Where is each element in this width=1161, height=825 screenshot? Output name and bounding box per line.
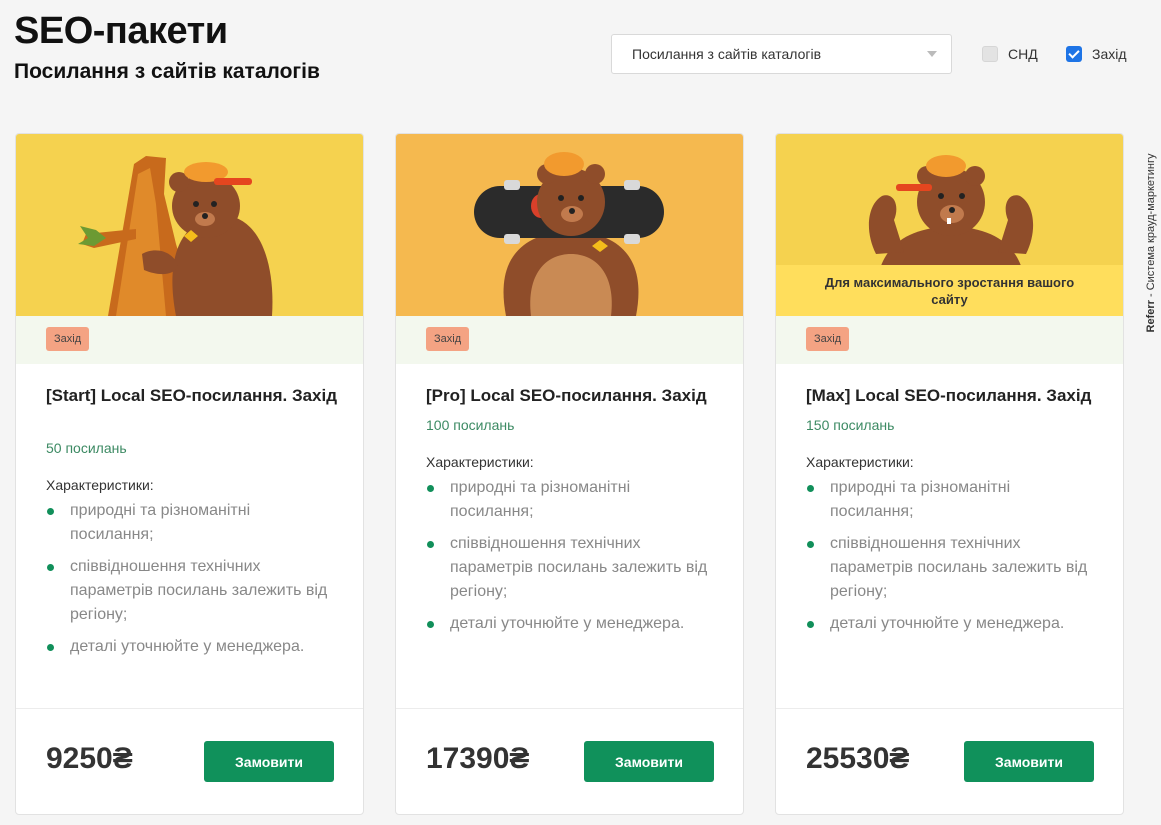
price: 9250₴ xyxy=(46,742,133,775)
feature-item: співвідношення технічних параметрів поси… xyxy=(806,532,1096,604)
order-button[interactable]: Замовити xyxy=(204,741,334,782)
package-card-start: Захід [Start] Local SEO-посилання. Захід… xyxy=(15,133,364,815)
characteristics-heading: Характеристики: xyxy=(46,477,154,493)
checkbox-unchecked-icon[interactable] xyxy=(982,46,998,62)
feature-item: природні та різноманітні посилання; xyxy=(426,476,716,524)
side-brand-text: - Система крауд-маркетингу xyxy=(1145,153,1157,298)
region-tag: Захід xyxy=(46,327,90,351)
bear-climbing-tree-illustration xyxy=(16,134,363,316)
category-select[interactable]: Посилання з сайтів каталогів xyxy=(611,34,952,74)
chevron-down-icon xyxy=(927,51,937,57)
features-list: природні та різноманітні посилання; спів… xyxy=(806,476,1096,644)
region-checkbox-cis-label: СНД xyxy=(1008,46,1038,62)
package-card-max: Для максимального зростання вашого сайту… xyxy=(775,133,1124,815)
characteristics-heading: Характеристики: xyxy=(426,454,534,470)
checkbox-checked-icon[interactable] xyxy=(1066,46,1082,62)
feature-item: співвідношення технічних параметрів поси… xyxy=(426,532,716,604)
links-count: 100 посилань xyxy=(426,417,515,433)
side-brand-label: Referr - Система крауд-маркетингу xyxy=(1143,145,1159,345)
feature-item: співвідношення технічних параметрів поси… xyxy=(46,555,336,627)
order-button[interactable]: Замовити xyxy=(584,741,714,782)
features-list: природні та різноманітні посилання; спів… xyxy=(426,476,716,644)
bear-with-skateboard-illustration xyxy=(396,134,743,316)
characteristics-heading: Характеристики: xyxy=(806,454,914,470)
links-count: 150 посилань xyxy=(806,417,895,433)
tag-band: Захід xyxy=(396,316,743,364)
divider xyxy=(776,708,1123,709)
feature-item: деталі уточнюйте у менеджера. xyxy=(806,612,1096,636)
region-tag: Захід xyxy=(806,327,850,351)
features-list: природні та різноманітні посилання; спів… xyxy=(46,499,336,667)
bear-flexing-illustration: Для максимального зростання вашого сайту xyxy=(776,134,1123,316)
region-checkbox-cis[interactable]: СНД xyxy=(982,46,1038,62)
page-title: SEO-пакети xyxy=(14,10,228,52)
price: 17390₴ xyxy=(426,742,530,775)
feature-item: природні та різноманітні посилання; xyxy=(46,499,336,547)
package-title: [Start] Local SEO-посилання. Захід xyxy=(46,386,338,405)
tag-band: Захід xyxy=(776,316,1123,364)
category-select-value: Посилання з сайтів каталогів xyxy=(632,46,822,62)
page-subtitle: Посилання з сайтів каталогів xyxy=(14,60,320,83)
region-checkbox-west-label: Захід xyxy=(1092,46,1127,62)
links-count: 50 посилань xyxy=(46,440,127,456)
divider xyxy=(396,708,743,709)
price: 25530₴ xyxy=(806,742,910,775)
tag-band: Захід xyxy=(16,316,363,364)
side-brand-name: Referr xyxy=(1145,300,1157,333)
region-tag: Захід xyxy=(426,327,470,351)
package-title: [Max] Local SEO-посилання. Захід xyxy=(806,386,1092,405)
feature-item: деталі уточнюйте у менеджера. xyxy=(46,635,336,659)
feature-item: природні та різноманітні посилання; xyxy=(806,476,1096,524)
promo-banner: Для максимального зростання вашого сайту xyxy=(776,265,1123,316)
order-button[interactable]: Замовити xyxy=(964,741,1094,782)
feature-item: деталі уточнюйте у менеджера. xyxy=(426,612,716,636)
divider xyxy=(16,708,363,709)
package-card-pro: Захід [Pro] Local SEO-посилання. Захід 1… xyxy=(395,133,744,815)
region-checkbox-west[interactable]: Захід xyxy=(1066,46,1127,62)
package-title: [Pro] Local SEO-посилання. Захід xyxy=(426,386,707,405)
